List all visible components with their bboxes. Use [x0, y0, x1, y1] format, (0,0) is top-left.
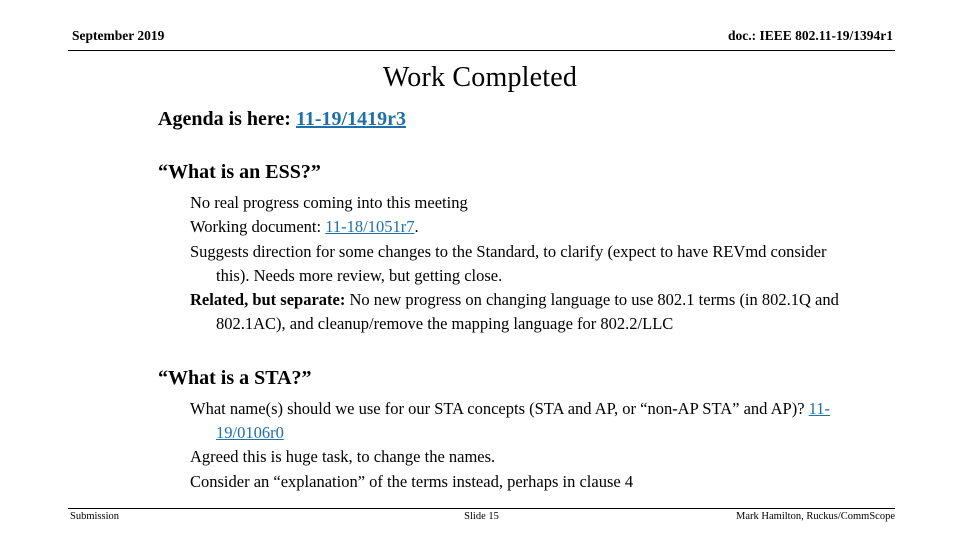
working-document-link[interactable]: 11-18/1051r7 [325, 217, 414, 236]
list-item: What name(s) should we use for our STA c… [190, 397, 856, 446]
related-but-separate-label: Related, but separate: [190, 290, 346, 310]
section-heading-ess: “What is an ESS?” [158, 161, 321, 183]
sta-naming-text: What name(s) should we use for our STA c… [190, 398, 809, 418]
header-date: September 2019 [72, 28, 165, 43]
section-heading-sta: “What is a STA?” [158, 366, 312, 389]
list-item: Suggests direction for some changes to t… [190, 241, 827, 285]
footer-divider [68, 508, 895, 509]
agenda-label: Agenda is here: [158, 108, 296, 130]
list-item: Related, but separate: No new progress o… [190, 288, 856, 337]
page-title: Work Completed [382, 62, 578, 93]
working-document-suffix: . [414, 217, 419, 237]
working-document-label: Working document: [190, 217, 326, 237]
list-item: No real progress coming into this meetin… [190, 193, 468, 212]
footer-submission-label: Submission [70, 511, 120, 522]
slide-footer: Slide 15 Submission Mark Hamilton, Rucku… [68, 511, 895, 529]
header-divider [68, 50, 895, 51]
agenda-line: Agenda is here: 11-19/1419r3 [158, 106, 960, 132]
footer-author: Mark Hamilton, Ruckus/CommScope [736, 511, 895, 522]
agenda-document-link[interactable]: 11-19/1419r3 [296, 108, 406, 130]
list-item: Working document: 11-18/1051r7. [190, 215, 856, 239]
slide-header: September 2019 doc.: IEEE 802.11-19/1394… [68, 28, 895, 50]
list-item: Consider an “explanation” of the terms i… [190, 471, 634, 491]
header-document-id: doc.: IEEE 802.11-19/1394r1 [727, 28, 893, 43]
slide-body: Agenda is here: 11-19/1419r3 “What is an… [0, 106, 960, 494]
list-item: Agreed this is huge task, to change the … [190, 447, 496, 467]
